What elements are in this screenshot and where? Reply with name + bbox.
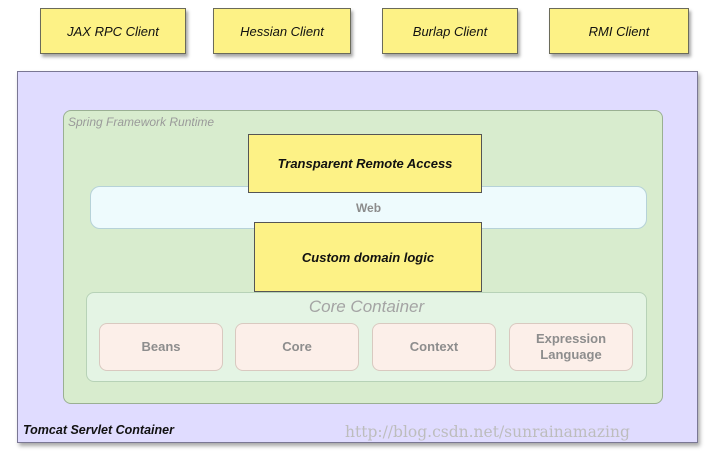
web-label: Web [355,200,382,215]
burlap-client-label: Burlap Client [412,23,488,39]
expression-language-module: Expression Language [509,323,633,371]
custom-domain-logic-label: Custom domain logic [301,249,435,265]
custom-domain-logic-box: Custom domain logic [254,222,482,292]
jax-rpc-client-label: JAX RPC Client [67,23,159,39]
core-module: Core [235,323,359,371]
expression-language-label: Expression Language [535,330,607,362]
spring-runtime-label: Spring Framework Runtime [68,115,215,129]
jax-rpc-client-box: JAX RPC Client [40,8,186,54]
transparent-remote-access-label: Transparent Remote Access [277,156,453,171]
burlap-client-box: Burlap Client [382,8,518,54]
context-label: Context [409,338,459,354]
rmi-client-label: RMI Client [588,23,650,39]
beans-label: Beans [141,338,181,354]
tomcat-container-label: Tomcat Servlet Container [23,423,174,437]
core-container-title: Core Container [308,297,425,316]
core-label: Core [282,338,312,354]
beans-module: Beans [99,323,223,371]
context-module: Context [372,323,496,371]
hessian-client-box: Hessian Client [213,8,351,54]
rmi-client-box: RMI Client [549,8,689,54]
transparent-remote-access-box: Transparent Remote Access [248,134,482,193]
watermark-text: http://blog.csdn.net/sunrainamazing [345,423,630,441]
hessian-client-label: Hessian Client [240,23,324,39]
